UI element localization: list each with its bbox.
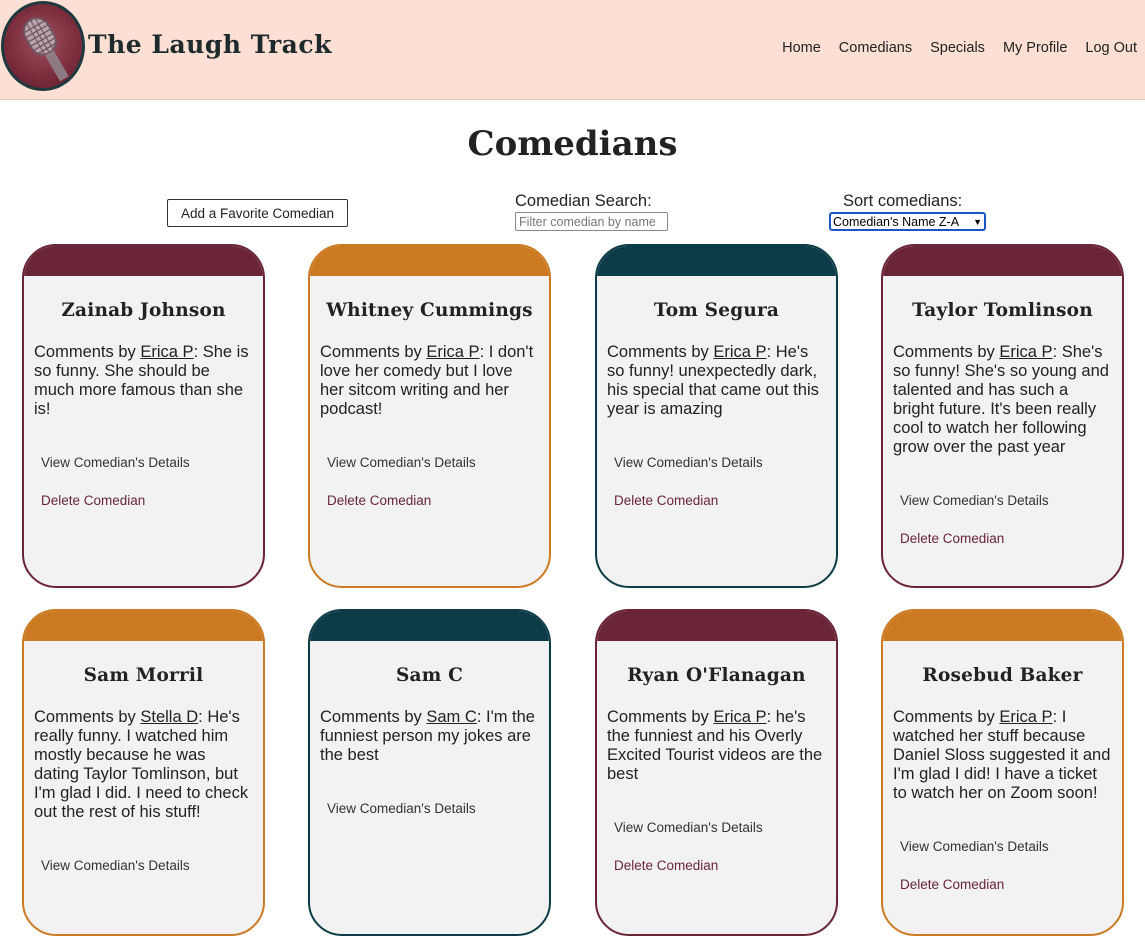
comedian-name: Sam Morril (83, 665, 204, 686)
comedian-comment: Comments by Erica P: He's so funny! unex… (607, 343, 826, 419)
comedian-card: Ryan O'Flanagan Comments by Erica P: he's… (595, 609, 838, 936)
nav-home[interactable]: Home (782, 40, 821, 56)
comedian-comment: Comments by Erica P: I don't love her co… (320, 343, 539, 419)
comment-author-link[interactable]: Sam C (426, 708, 476, 726)
comments-by-label: Comments by (893, 708, 1000, 726)
comment-author-link[interactable]: Erica P (140, 343, 193, 361)
delete-comedian-link[interactable]: Delete Comedian (614, 493, 836, 508)
comment-author-link[interactable]: Erica P (999, 343, 1052, 361)
comedian-card: Tom Segura Comments by Erica P: He's so f… (595, 244, 838, 588)
comments-by-label: Comments by (893, 343, 1000, 361)
chevron-down-icon: ▼ (973, 216, 982, 227)
comment-author-link[interactable]: Erica P (713, 708, 766, 726)
comments-by-label: Comments by (320, 343, 427, 361)
comments-by-label: Comments by (34, 343, 141, 361)
card-color-band (24, 611, 263, 641)
nav-log-out[interactable]: Log Out (1085, 40, 1137, 56)
view-comedian-details-link[interactable]: View Comedian's Details (327, 455, 549, 470)
comedian-comment: Comments by Erica P: I watched her stuff… (893, 708, 1112, 803)
comedian-name: Taylor Tomlinson (912, 300, 1093, 321)
comment-author-link[interactable]: Stella D (140, 708, 198, 726)
delete-comedian-link[interactable]: Delete Comedian (41, 493, 263, 508)
comments-by-label: Comments by (34, 708, 141, 726)
view-comedian-details-link[interactable]: View Comedian's Details (614, 820, 836, 835)
comedian-search-label: Comedian Search: (515, 192, 652, 210)
delete-comedian-link[interactable]: Delete Comedian (900, 877, 1122, 892)
sort-comedians-label: Sort comedians: (843, 192, 963, 210)
comedian-comment: Comments by Erica P: She is so funny. Sh… (34, 343, 253, 419)
comedian-name: Rosebud Baker (922, 665, 1083, 686)
comment-author-link[interactable]: Erica P (713, 343, 766, 361)
sort-comedians-select[interactable]: Comedian's Name Z-A ▼ (829, 212, 986, 231)
card-color-band (310, 611, 549, 641)
comment-author-link[interactable]: Erica P (999, 708, 1052, 726)
nav-my-profile[interactable]: My Profile (1003, 40, 1067, 56)
card-color-band (597, 611, 836, 641)
comedian-card: Zainab Johnson Comments by Erica P: She i… (22, 244, 265, 588)
view-comedian-details-link[interactable]: View Comedian's Details (900, 493, 1122, 508)
delete-comedian-link[interactable]: Delete Comedian (327, 493, 549, 508)
comedian-name: Zainab Johnson (61, 300, 226, 321)
card-color-band (310, 246, 549, 276)
comedian-card: Rosebud Baker Comments by Erica P: I watc… (881, 609, 1124, 936)
comedian-comment: Comments by Stella D: He's really funny.… (34, 708, 253, 822)
card-color-band (597, 246, 836, 276)
view-comedian-details-link[interactable]: View Comedian's Details (327, 801, 549, 816)
nav-specials[interactable]: Specials (930, 40, 985, 56)
comment-author-link[interactable]: Erica P (426, 343, 479, 361)
view-comedian-details-link[interactable]: View Comedian's Details (41, 858, 263, 873)
comments-by-label: Comments by (607, 708, 714, 726)
main-nav: Home Comedians Specials My Profile Log O… (764, 40, 1137, 56)
comedian-name: Ryan O'Flanagan (627, 665, 806, 686)
view-comedian-details-link[interactable]: View Comedian's Details (614, 455, 836, 470)
comedian-comment: Comments by Erica P: he's the funniest a… (607, 708, 826, 784)
comedian-card: Sam Morril Comments by Stella D: He's rea… (22, 609, 265, 936)
page-title: Comedians (467, 124, 678, 164)
comedian-card: Taylor Tomlinson Comments by Erica P: She… (881, 244, 1124, 588)
card-color-band (883, 246, 1122, 276)
view-comedian-details-link[interactable]: View Comedian's Details (900, 839, 1122, 854)
sort-selected-value: Comedian's Name Z-A (833, 214, 960, 229)
comments-by-label: Comments by (607, 343, 714, 361)
delete-comedian-link[interactable]: Delete Comedian (900, 531, 1122, 546)
comedian-name: Tom Segura (653, 300, 780, 321)
comedian-comment: Comments by Erica P: She's so funny! She… (893, 343, 1112, 457)
site-title[interactable]: The Laugh Track (88, 30, 332, 59)
card-color-band (883, 611, 1122, 641)
card-color-band (24, 246, 263, 276)
comedian-name: Sam C (395, 665, 464, 686)
nav-comedians[interactable]: Comedians (839, 40, 912, 56)
view-comedian-details-link[interactable]: View Comedian's Details (41, 455, 263, 470)
microphone-icon[interactable] (1, 1, 85, 91)
add-favorite-comedian-button[interactable]: Add a Favorite Comedian (167, 199, 348, 227)
delete-comedian-link[interactable]: Delete Comedian (614, 858, 836, 873)
comedian-card: Whitney Cummings Comments by Erica P: I d… (308, 244, 551, 588)
comments-by-label: Comments by (320, 708, 427, 726)
comedian-search-input[interactable] (515, 212, 668, 231)
comedian-name: Whitney Cummings (326, 300, 533, 321)
comedian-card: Sam C Comments by Sam C: I'm the funniest… (308, 609, 551, 936)
comedian-comment: Comments by Sam C: I'm the funniest pers… (320, 708, 539, 765)
site-header: The Laugh Track Home Comedians Specials … (0, 0, 1145, 100)
